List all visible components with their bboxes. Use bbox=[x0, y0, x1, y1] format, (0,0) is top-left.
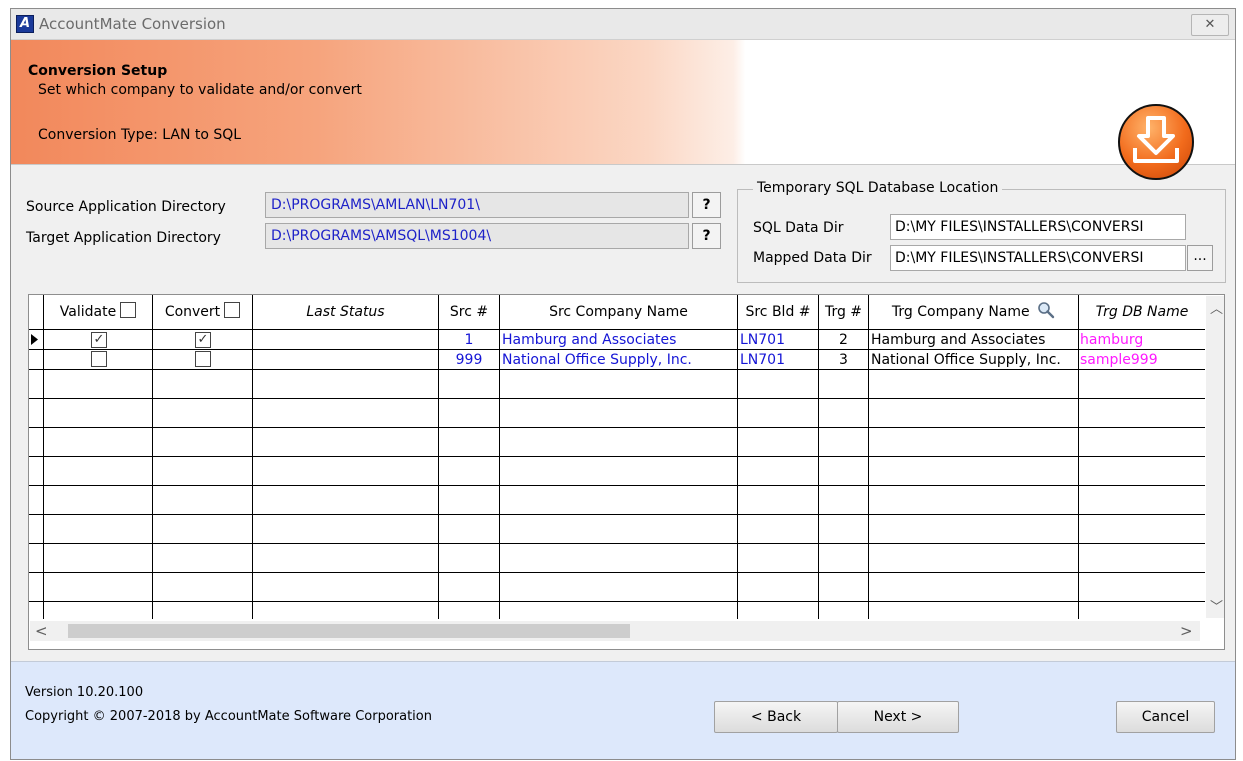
row-2-convert-checkbox[interactable] bbox=[195, 351, 211, 367]
row-2-trg-company[interactable]: National Office Supply, Inc. bbox=[871, 350, 1077, 370]
conversion-window: A AccountMate Conversion ✕ Conversion Se… bbox=[10, 8, 1236, 760]
copyright-label: Copyright © 2007-2018 by AccountMate Sof… bbox=[25, 709, 432, 724]
col-src-no-header[interactable]: Src # bbox=[439, 295, 499, 329]
row-2-trg-db[interactable]: sample999 bbox=[1080, 350, 1204, 370]
temp-sql-group-title: Temporary SQL Database Location bbox=[753, 180, 1003, 196]
row-2-src-no[interactable]: 999 bbox=[439, 350, 499, 370]
target-dir-label: Target Application Directory bbox=[26, 230, 221, 246]
row-1-src-company[interactable]: Hamburg and Associates bbox=[502, 330, 735, 350]
row-2-src-bld[interactable]: LN701 bbox=[740, 350, 816, 370]
row-1-src-no[interactable]: 1 bbox=[439, 330, 499, 350]
col-trg-company-header[interactable]: Trg Company Name bbox=[869, 295, 1078, 329]
title-bar: A AccountMate Conversion ✕ bbox=[11, 9, 1235, 40]
target-dir-field[interactable]: D:\PROGRAMS\AMSQL\MS1004\ bbox=[265, 223, 689, 249]
row-1-convert-checkbox[interactable]: ✓ bbox=[195, 332, 211, 348]
horizontal-scrollbar[interactable]: < > bbox=[30, 621, 1200, 641]
cancel-button[interactable]: Cancel bbox=[1116, 701, 1215, 733]
scroll-left-icon[interactable]: < bbox=[35, 622, 48, 640]
window-title: AccountMate Conversion bbox=[39, 15, 226, 33]
mapped-data-dir-field[interactable]: D:\MY FILES\INSTALLERS\CONVERSI bbox=[890, 245, 1186, 271]
source-dir-field[interactable]: D:\PROGRAMS\AMLAN\LN701\ bbox=[265, 192, 689, 218]
sql-data-dir-field[interactable]: D:\MY FILES\INSTALLERS\CONVERSI bbox=[890, 214, 1186, 240]
scroll-up-icon[interactable]: ︿ bbox=[1210, 298, 1223, 317]
row-1-trg-db[interactable]: hamburg bbox=[1080, 330, 1204, 350]
scroll-right-icon[interactable]: > bbox=[1180, 622, 1193, 640]
mapped-data-dir-label: Mapped Data Dir bbox=[753, 250, 872, 266]
row-2-last-status bbox=[255, 350, 435, 370]
row-1-trg-company[interactable]: Hamburg and Associates bbox=[871, 330, 1077, 350]
row-2-trg-no[interactable]: 3 bbox=[819, 350, 868, 370]
col-trg-no-header[interactable]: Trg # bbox=[819, 295, 868, 329]
back-button[interactable]: < Back bbox=[714, 701, 838, 733]
conversion-type-label: Conversion Type: LAN to SQL bbox=[38, 127, 242, 143]
col-src-bld-header[interactable]: Src Bld # bbox=[738, 295, 818, 329]
horizontal-scroll-thumb[interactable] bbox=[68, 624, 630, 638]
row-2-validate-checkbox[interactable] bbox=[91, 351, 107, 367]
sql-data-dir-label: SQL Data Dir bbox=[753, 220, 844, 236]
next-button[interactable]: Next > bbox=[837, 701, 959, 733]
close-button[interactable]: ✕ bbox=[1191, 14, 1229, 36]
search-icon[interactable] bbox=[1037, 301, 1055, 319]
scroll-down-icon[interactable]: ﹀ bbox=[1210, 596, 1223, 615]
source-dir-help-button[interactable]: ? bbox=[692, 192, 721, 218]
target-dir-help-button[interactable]: ? bbox=[692, 223, 721, 249]
col-last-status-header[interactable]: Last Status bbox=[253, 295, 438, 329]
browse-button[interactable]: ... bbox=[1187, 245, 1213, 271]
source-dir-label: Source Application Directory bbox=[26, 199, 226, 215]
company-grid: Validate Convert Last Status Src # Src C… bbox=[28, 294, 1225, 650]
row-1-trg-no[interactable]: 2 bbox=[819, 330, 868, 350]
col-validate-header[interactable]: Validate bbox=[44, 295, 152, 329]
banner-subtitle: Set which company to validate and/or con… bbox=[38, 82, 362, 98]
banner: Conversion Setup Set which company to va… bbox=[11, 40, 1235, 180]
download-icon bbox=[1118, 104, 1194, 180]
convert-all-checkbox[interactable] bbox=[224, 302, 241, 318]
col-trg-db-header[interactable]: Trg DB Name bbox=[1079, 295, 1205, 329]
row-1-last-status bbox=[255, 330, 435, 350]
row-1-src-bld[interactable]: LN701 bbox=[740, 330, 816, 350]
vertical-scrollbar[interactable]: ︿ ﹀ bbox=[1206, 296, 1224, 618]
accountmate-logo-icon: A bbox=[16, 15, 34, 33]
col-convert-header[interactable]: Convert bbox=[153, 295, 252, 329]
footer: Version 10.20.100 Copyright © 2007-2018 … bbox=[11, 661, 1235, 759]
current-row-indicator-icon bbox=[31, 334, 38, 345]
row-1-validate-checkbox[interactable]: ✓ bbox=[91, 332, 107, 348]
col-src-company-header[interactable]: Src Company Name bbox=[500, 295, 737, 329]
row-2-src-company[interactable]: National Office Supply, Inc. bbox=[502, 350, 735, 370]
banner-title: Conversion Setup bbox=[28, 63, 168, 79]
validate-all-checkbox[interactable] bbox=[120, 302, 137, 318]
version-label: Version 10.20.100 bbox=[25, 685, 144, 700]
